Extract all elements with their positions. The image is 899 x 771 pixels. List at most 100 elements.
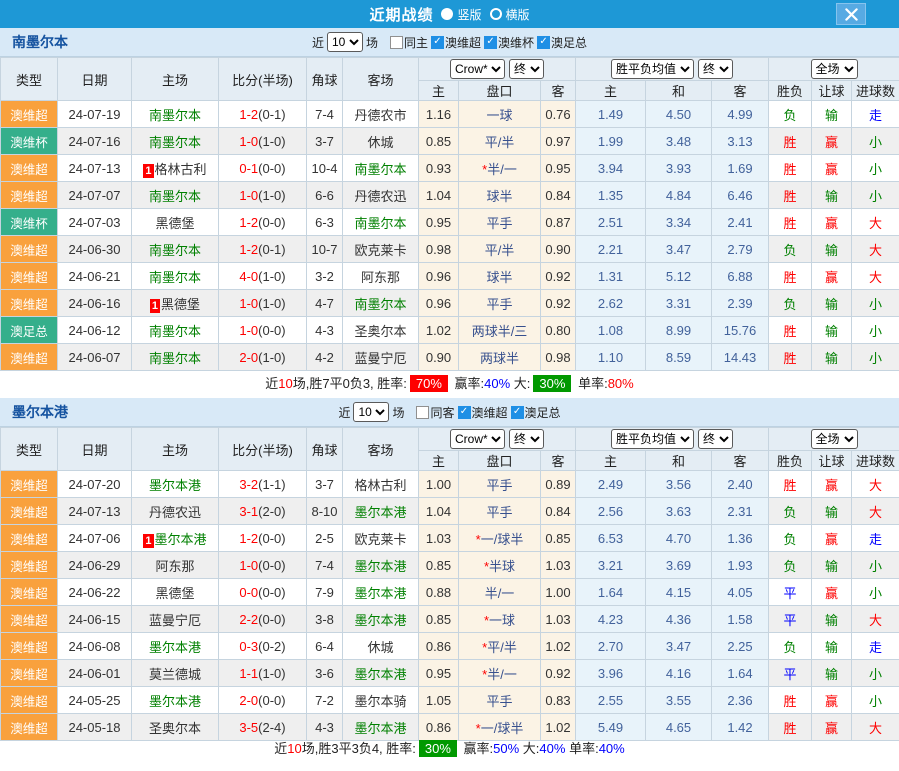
euro-home-odds: 1.99 xyxy=(576,128,646,155)
match-row: 澳维杯24-07-03黑德堡1-2(0-0)6-3南墨尔本0.95平手0.872… xyxy=(1,209,899,236)
euro-home-odds: 3.94 xyxy=(576,155,646,182)
away-team-name: 墨尔本港 xyxy=(354,586,406,601)
asian-home-odds: 0.86 xyxy=(419,633,459,660)
euro-away-odds: 2.39 xyxy=(712,290,769,317)
asian-company-select[interactable]: Crow* xyxy=(450,429,505,449)
score: 4-0(1-0) xyxy=(219,263,307,290)
checkbox-icon[interactable] xyxy=(390,36,403,49)
euro-draw-odds: 4.50 xyxy=(646,101,712,128)
scope-select[interactable]: 全场 xyxy=(811,59,858,79)
recent-count-select[interactable]: 10 xyxy=(327,32,363,52)
summary-count: 10 xyxy=(278,376,292,391)
result-goals: 小 xyxy=(852,155,899,182)
summary-line-1: 近10场,胜7平0负3, 胜率:70% 赢率:40% 大:30% 单率:80% xyxy=(0,371,899,398)
score: 3-1(2-0) xyxy=(219,498,307,525)
result-handicap: 赢 xyxy=(812,128,852,155)
score: 1-0(0-0) xyxy=(219,552,307,579)
result-handicap: 输 xyxy=(812,552,852,579)
close-button[interactable] xyxy=(836,3,866,25)
euro-draw-odds: 4.84 xyxy=(646,182,712,209)
recent-count-select[interactable]: 10 xyxy=(353,402,389,422)
asian-handicap: 球半 xyxy=(459,263,541,290)
scope-select[interactable]: 全场 xyxy=(811,429,858,449)
asian-home-odds: 0.93 xyxy=(419,155,459,182)
away-team: 丹德农迅 xyxy=(343,182,419,209)
checkbox-icon[interactable]: ✓ xyxy=(511,406,524,419)
same-venue-label: 同客 xyxy=(430,404,454,421)
fulltime-score: 1-0 xyxy=(239,323,258,338)
euro-away-odds: 1.69 xyxy=(712,155,769,182)
checkbox-icon[interactable] xyxy=(416,406,429,419)
euro-stage-select[interactable]: 终 xyxy=(698,429,733,449)
league-filter-checkbox[interactable]: ✓澳维超 xyxy=(431,34,481,51)
checkbox-icon[interactable]: ✓ xyxy=(458,406,471,419)
same-venue-checkbox[interactable]: 同主 xyxy=(390,34,428,51)
league-filter-checkbox[interactable]: ✓澳维杯 xyxy=(484,34,534,51)
league-badge: 澳维杯 xyxy=(1,128,58,155)
asian-handicap: *半球 xyxy=(459,552,541,579)
layout-radio-vertical[interactable]: 竖版 xyxy=(441,6,481,23)
score: 3-5(2-4) xyxy=(219,714,307,741)
summary-stat-value: 50% xyxy=(493,741,519,756)
matches-label: 场 xyxy=(366,34,378,51)
home-team-name: 南墨尔本 xyxy=(149,135,201,150)
dialog-titlebar: 近期战绩 竖版 横版 xyxy=(0,0,899,28)
near-label: 近 xyxy=(312,34,324,51)
league-badge: 澳维超 xyxy=(1,182,58,209)
result-handicap: 赢 xyxy=(812,714,852,741)
asian-company-select[interactable]: Crow* xyxy=(450,59,505,79)
away-team-name: 阿东那 xyxy=(361,270,400,285)
league-filter-label: 澳足总 xyxy=(551,34,587,51)
asian-stage-select[interactable]: 终 xyxy=(509,429,544,449)
sub-header-5: 客 xyxy=(712,81,769,101)
euro-odds-group: 胜平负均值终 xyxy=(576,428,769,451)
league-filter-checkbox[interactable]: ✓澳足总 xyxy=(537,34,587,51)
checkbox-icon[interactable]: ✓ xyxy=(484,36,497,49)
asian-handicap: 球半 xyxy=(459,182,541,209)
asian-away-odds: 0.84 xyxy=(541,182,576,209)
col-header-1: 日期 xyxy=(58,58,132,101)
euro-company-select[interactable]: 胜平负均值 xyxy=(611,429,694,449)
euro-home-odds: 3.21 xyxy=(576,552,646,579)
summary-stat-label: 大: xyxy=(519,741,539,756)
away-team-name: 欧克莱卡 xyxy=(354,243,406,258)
result-goals: 大 xyxy=(852,498,899,525)
euro-stage-select[interactable]: 终 xyxy=(698,59,733,79)
asian-home-odds: 0.85 xyxy=(419,552,459,579)
score: 2-0(0-0) xyxy=(219,687,307,714)
col-header-3: 比分(半场) xyxy=(219,58,307,101)
asian-away-odds: 0.89 xyxy=(541,471,576,498)
result-outcome: 胜 xyxy=(769,471,812,498)
asian-away-odds: 1.02 xyxy=(541,633,576,660)
checkbox-icon[interactable]: ✓ xyxy=(537,36,550,49)
checkbox-icon[interactable]: ✓ xyxy=(431,36,444,49)
home-team: 阿东那 xyxy=(132,552,219,579)
result-goals: 小 xyxy=(852,660,899,687)
corner-score: 3-7 xyxy=(307,471,343,498)
asian-home-odds: 0.86 xyxy=(419,714,459,741)
result-handicap: 赢 xyxy=(812,471,852,498)
asian-handicap: 平手 xyxy=(459,498,541,525)
asian-away-odds: 0.98 xyxy=(541,344,576,371)
handicap-line: 平手 xyxy=(486,694,512,709)
euro-company-select[interactable]: 胜平负均值 xyxy=(611,59,694,79)
home-team: 墨尔本港 xyxy=(132,471,219,498)
league-filter-checkbox[interactable]: ✓澳足总 xyxy=(511,404,561,421)
team-name-1: 南墨尔本 xyxy=(12,32,68,52)
summary-stat-label: 赢率: xyxy=(460,741,493,756)
result-goals: 大 xyxy=(852,606,899,633)
away-team: 南墨尔本 xyxy=(343,155,419,182)
league-filter-checkbox[interactable]: ✓澳维超 xyxy=(458,404,508,421)
asian-handicap: *一球 xyxy=(459,606,541,633)
layout-radio-horizontal[interactable]: 横版 xyxy=(490,6,530,23)
score: 3-2(1-1) xyxy=(219,471,307,498)
summary-record: 场,胜3平3负4, 胜率: xyxy=(302,741,416,756)
first-match-badge: 1 xyxy=(143,164,153,178)
summary-stat-value: 70% xyxy=(410,375,448,392)
fulltime-score: 3-1 xyxy=(239,504,258,519)
first-match-badge: 1 xyxy=(150,299,160,313)
asian-home-odds: 1.05 xyxy=(419,687,459,714)
asian-stage-select[interactable]: 终 xyxy=(509,59,544,79)
league-filter-label: 澳维超 xyxy=(472,404,508,421)
same-venue-checkbox[interactable]: 同客 xyxy=(416,404,454,421)
